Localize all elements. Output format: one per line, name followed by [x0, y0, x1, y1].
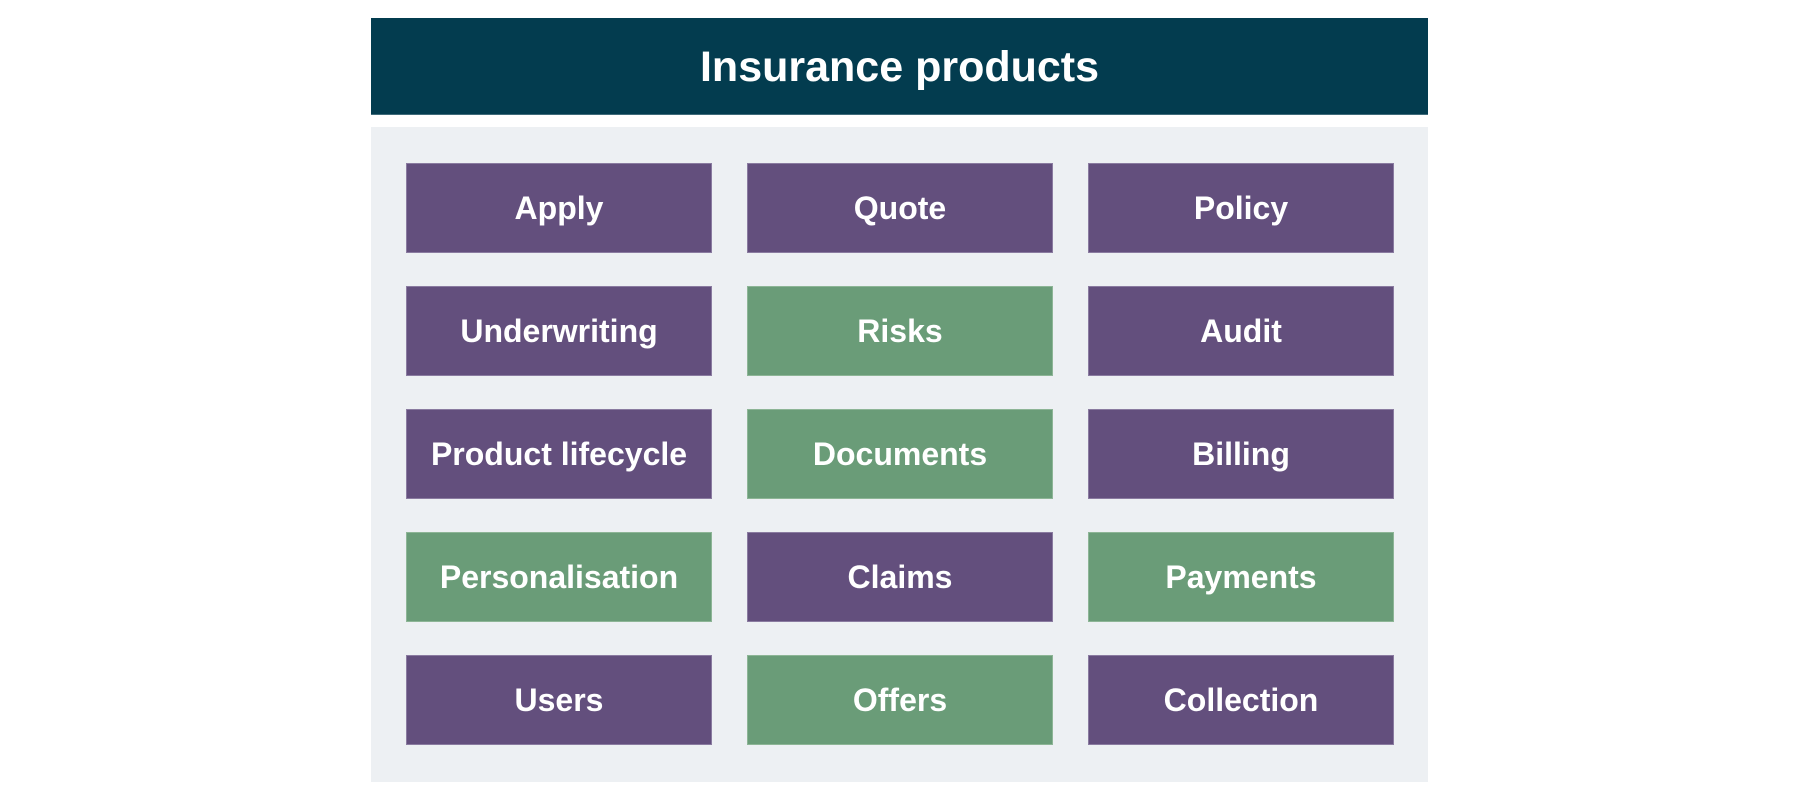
product-box-risks[interactable]: Risks	[747, 286, 1053, 376]
product-box-apply[interactable]: Apply	[406, 163, 712, 253]
diagram-header: Insurance products	[371, 18, 1428, 115]
product-label: Risks	[857, 313, 943, 349]
product-label: Claims	[847, 559, 953, 595]
product-label: Personalisation	[439, 559, 679, 595]
product-box-payments[interactable]: Payments	[1088, 532, 1394, 622]
product-box-product-lifecycle[interactable]: Product lifecycle	[406, 409, 712, 499]
product-box-personalisation[interactable]: Personalisation	[406, 532, 712, 622]
product-label: Audit	[1200, 313, 1282, 349]
products-panel: Apply Quote Policy Underwriting Risks Au…	[371, 127, 1428, 782]
product-box-collection[interactable]: Collection	[1088, 655, 1394, 745]
product-label: Apply	[514, 190, 604, 226]
product-box-underwriting[interactable]: Underwriting	[406, 286, 712, 376]
product-label: Billing	[1192, 436, 1290, 472]
product-box-audit[interactable]: Audit	[1088, 286, 1394, 376]
product-label: Offers	[852, 682, 948, 718]
product-box-documents[interactable]: Documents	[747, 409, 1053, 499]
product-label: Quote	[853, 190, 947, 226]
product-label: Underwriting	[460, 313, 658, 349]
product-label: Product lifecycle	[430, 436, 688, 472]
product-label: Documents	[812, 436, 988, 472]
products-grid: Apply Quote Policy Underwriting Risks Au…	[406, 163, 1394, 745]
product-box-quote[interactable]: Quote	[747, 163, 1053, 253]
product-box-offers[interactable]: Offers	[747, 655, 1053, 745]
product-box-users[interactable]: Users	[406, 655, 712, 745]
product-label: Collection	[1163, 682, 1319, 718]
product-box-claims[interactable]: Claims	[747, 532, 1053, 622]
product-label: Policy	[1193, 190, 1289, 226]
product-box-policy[interactable]: Policy	[1088, 163, 1394, 253]
product-box-billing[interactable]: Billing	[1088, 409, 1394, 499]
product-label: Payments	[1165, 559, 1317, 595]
diagram-title: Insurance products	[699, 42, 1100, 91]
product-label: Users	[514, 682, 604, 718]
